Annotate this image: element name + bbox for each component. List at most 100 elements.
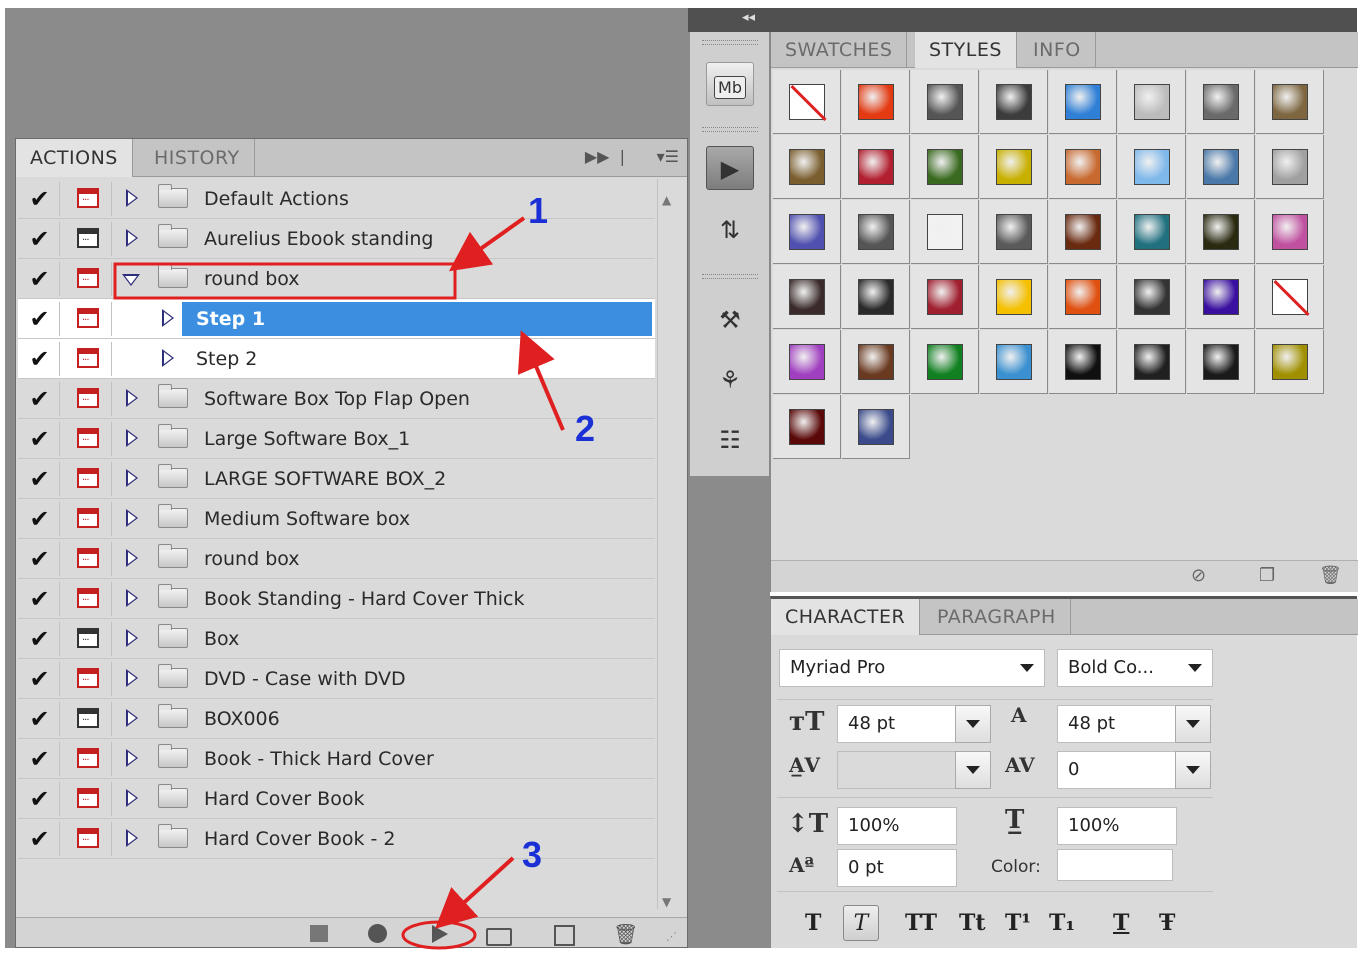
tab-swatches[interactable]: SWATCHES (771, 32, 908, 68)
trash-icon[interactable]: 🗑 (1319, 565, 1342, 586)
history-panel-icon[interactable]: ⇅ (706, 208, 754, 252)
faux-bold-button[interactable]: T (805, 905, 821, 941)
style-swatch[interactable] (1049, 265, 1117, 329)
style-swatch[interactable] (911, 200, 979, 264)
toggle-dialog-cell[interactable] (64, 622, 112, 656)
tab-character[interactable]: CHARACTER (771, 599, 921, 635)
tab-styles[interactable]: STYLES (915, 32, 1017, 68)
style-swatch[interactable] (773, 135, 841, 199)
action-set-row[interactable]: ✔ Hard Cover Book (18, 779, 655, 819)
style-swatch[interactable] (842, 395, 910, 459)
expand-triangle-icon[interactable] (126, 549, 138, 567)
style-swatch[interactable] (1187, 200, 1255, 264)
toggle-dialog-cell[interactable] (64, 502, 112, 536)
style-swatch[interactable] (1256, 70, 1324, 134)
style-swatch[interactable] (911, 330, 979, 394)
action-set-row[interactable]: ✔ DVD - Case with DVD (18, 659, 655, 699)
style-swatch[interactable] (773, 200, 841, 264)
action-set-row[interactable]: ✔ Box (18, 619, 655, 659)
tab-actions[interactable]: ACTIONS (16, 139, 133, 177)
font-size-field[interactable]: 48 pt (837, 705, 957, 743)
style-swatch[interactable] (1049, 135, 1117, 199)
subscript-button[interactable]: T₁ (1049, 905, 1075, 941)
expand-triangle-icon[interactable] (126, 389, 138, 407)
vertical-scale-field[interactable]: 100% (837, 807, 957, 845)
action-set-row[interactable]: ✔ round box (18, 539, 655, 579)
expand-triangle-icon[interactable] (126, 829, 138, 847)
action-set-row[interactable]: ✔ Default Actions (18, 179, 655, 219)
expand-triangle-icon[interactable] (126, 509, 138, 527)
actions-panel-icon[interactable]: ▶ (706, 146, 754, 190)
scroll-up-arrow-icon[interactable]: ▲ (662, 193, 671, 207)
toggle-item-checkbox[interactable]: ✔ (20, 382, 60, 416)
style-swatch[interactable] (773, 70, 841, 134)
font-style-select[interactable]: Bold Co... (1057, 649, 1213, 687)
expand-triangle-icon[interactable] (126, 189, 138, 207)
all-caps-button[interactable]: TT (905, 905, 937, 941)
action-set-row[interactable]: ✔ Hard Cover Book - 2 (18, 819, 655, 859)
toggle-item-checkbox[interactable]: ✔ (20, 822, 60, 856)
tab-paragraph[interactable]: PARAGRAPH (923, 599, 1071, 635)
action-set-row[interactable]: ✔ Aurelius Ebook standing (18, 219, 655, 259)
toggle-item-checkbox[interactable]: ✔ (20, 702, 60, 736)
style-swatch[interactable] (842, 200, 910, 264)
fly-out-arrows-icon[interactable]: ▶▶ | (585, 147, 625, 166)
toggle-dialog-cell[interactable] (64, 422, 112, 456)
style-swatch[interactable] (1049, 330, 1117, 394)
dock-grip[interactable] (702, 40, 758, 45)
style-swatch[interactable] (980, 330, 1048, 394)
style-swatch[interactable] (1256, 135, 1324, 199)
toggle-item-checkbox[interactable]: ✔ (20, 782, 60, 816)
style-swatch[interactable] (773, 265, 841, 329)
toggle-item-checkbox[interactable]: ✔ (20, 582, 60, 616)
new-style-icon[interactable]: ❐ (1259, 565, 1275, 586)
toggle-dialog-cell[interactable] (64, 662, 112, 696)
begin-recording-button[interactable] (367, 924, 391, 944)
toggle-item-checkbox[interactable]: ✔ (20, 542, 60, 576)
underline-button[interactable]: T (1113, 905, 1129, 941)
kerning-dropdown[interactable] (955, 751, 991, 789)
tab-history[interactable]: HISTORY (140, 139, 255, 177)
toggle-item-checkbox[interactable]: ✔ (20, 662, 60, 696)
toggle-dialog-cell[interactable] (64, 222, 112, 256)
toggle-item-checkbox[interactable]: ✔ (20, 422, 60, 456)
toggle-dialog-cell[interactable] (64, 342, 112, 376)
action-step-row[interactable]: ✔ Step 2 (18, 339, 655, 379)
expand-triangle-icon[interactable] (126, 229, 138, 247)
style-swatch[interactable] (980, 200, 1048, 264)
style-swatch[interactable] (980, 265, 1048, 329)
toggle-dialog-cell[interactable] (64, 582, 112, 616)
play-selection-button[interactable] (428, 924, 452, 944)
create-new-set-button[interactable] (486, 924, 512, 946)
tracking-dropdown[interactable] (1175, 751, 1211, 789)
expand-triangle-icon[interactable] (126, 669, 138, 687)
collapse-triangle-icon[interactable] (122, 274, 140, 286)
toggle-dialog-cell[interactable] (64, 262, 112, 296)
baseline-shift-field[interactable]: 0 pt (837, 849, 957, 887)
font-family-select[interactable]: Myriad Pro (779, 649, 1045, 687)
action-set-row[interactable]: ✔ Medium Software box (18, 499, 655, 539)
style-swatch[interactable] (842, 70, 910, 134)
style-swatch[interactable] (1256, 330, 1324, 394)
clear-style-icon[interactable]: ⊘ (1191, 565, 1206, 586)
expand-triangle-icon[interactable] (162, 309, 174, 327)
toggle-dialog-cell[interactable] (64, 702, 112, 736)
style-swatch[interactable] (1049, 200, 1117, 264)
toggle-dialog-cell[interactable] (64, 822, 112, 856)
action-set-row[interactable]: ✔ Book Standing - Hard Cover Thick (18, 579, 655, 619)
leading-dropdown[interactable] (1175, 705, 1211, 743)
expand-triangle-icon[interactable] (162, 349, 174, 367)
tracking-field[interactable]: 0 (1057, 751, 1177, 789)
style-swatch[interactable] (1256, 265, 1324, 329)
style-swatch[interactable] (911, 70, 979, 134)
toggle-item-checkbox[interactable]: ✔ (20, 462, 60, 496)
kerning-field[interactable] (837, 751, 957, 789)
style-swatch[interactable] (1187, 330, 1255, 394)
style-swatch[interactable] (1187, 135, 1255, 199)
style-swatch[interactable] (911, 135, 979, 199)
toggle-item-checkbox[interactable]: ✔ (20, 182, 60, 216)
style-swatch[interactable] (1118, 265, 1186, 329)
expand-triangle-icon[interactable] (126, 589, 138, 607)
expand-triangle-icon[interactable] (126, 709, 138, 727)
toggle-dialog-cell[interactable] (64, 182, 112, 216)
